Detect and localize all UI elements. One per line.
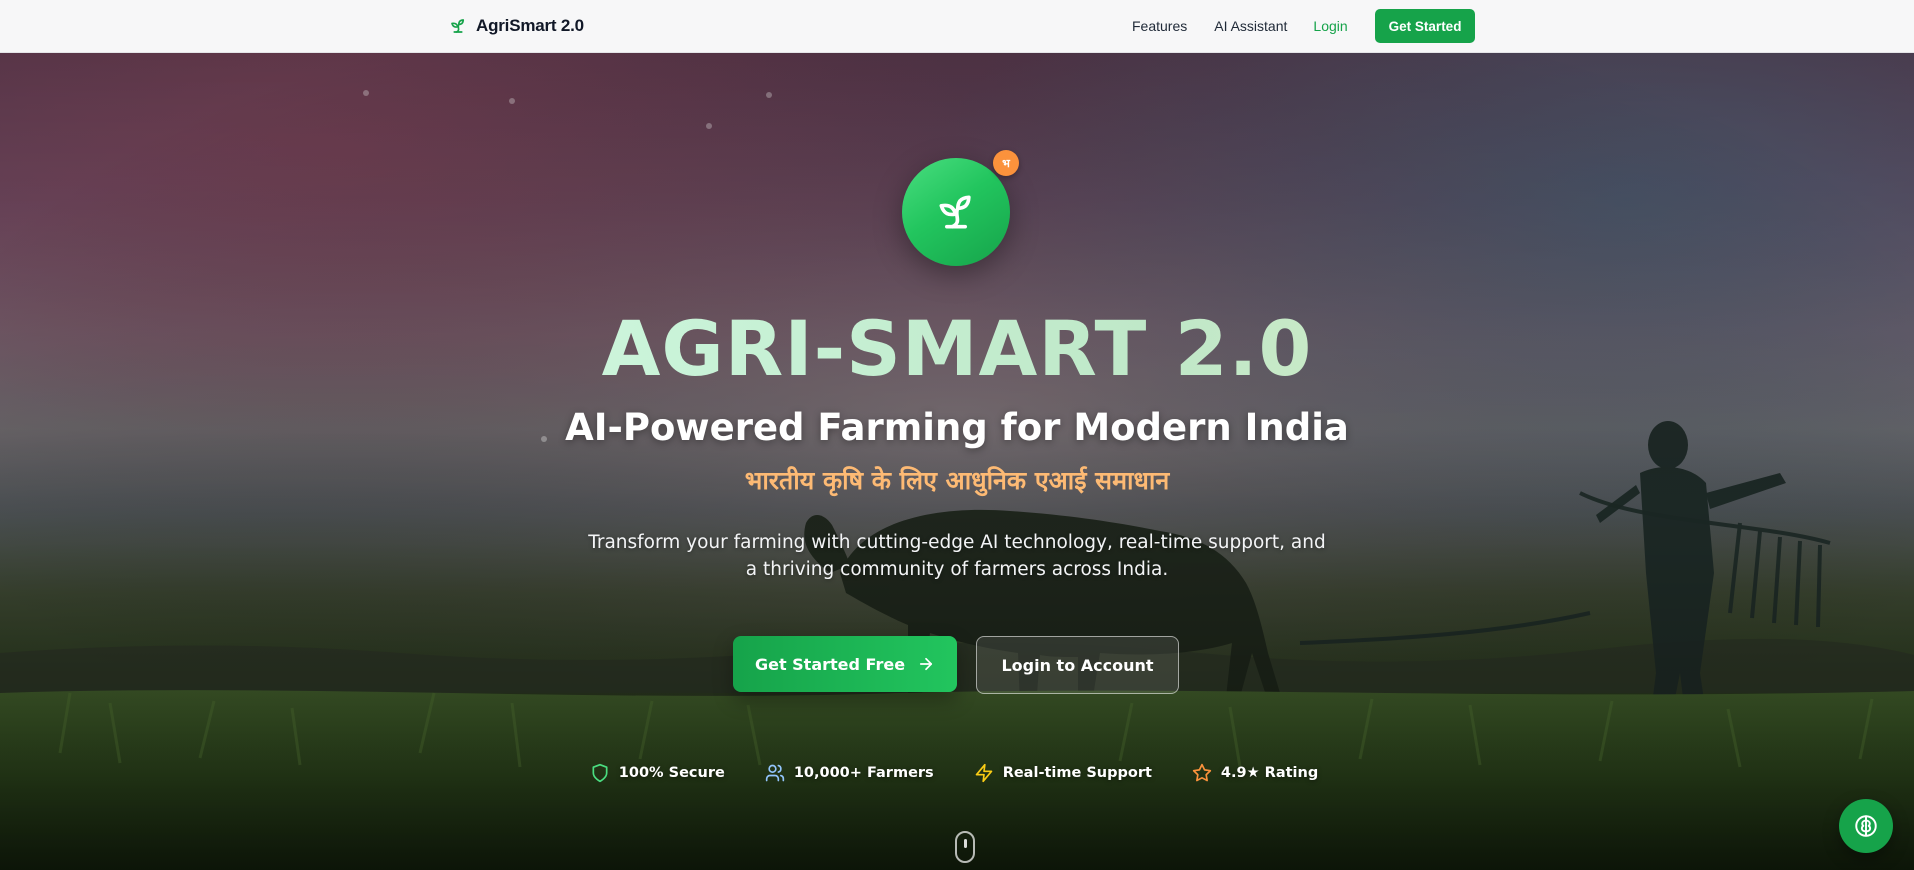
hero-description: Transform your farming with cutting-edge… bbox=[588, 532, 1326, 580]
login-to-account-button[interactable]: Login to Account bbox=[976, 636, 1179, 694]
hindi-badge: भ bbox=[993, 150, 1019, 176]
trust-features-row: 100% Secure 10,000+ Farmers Real-time Su… bbox=[0, 758, 1914, 788]
feature-label: 10,000+ Farmers bbox=[793, 765, 934, 781]
hero-title: AGRI-SMART 2.0 bbox=[0, 303, 1914, 395]
navbar: AgriSmart 2.0 Features AI Assistant Logi… bbox=[0, 0, 1914, 53]
star-icon bbox=[1192, 763, 1212, 782]
feature-secure: 100% Secure bbox=[590, 763, 725, 783]
brand-logo-link[interactable]: AgriSmart 2.0 bbox=[449, 0, 584, 52]
nav-link-features[interactable]: Features bbox=[1132, 18, 1187, 34]
lightning-icon bbox=[975, 763, 993, 783]
nav-menu: Features AI Assistant Login Get Started bbox=[1132, 0, 1476, 52]
get-started-free-label: Get Started Free bbox=[754, 654, 906, 674]
feature-support: Real-time Support bbox=[974, 763, 1152, 783]
arrow-right-icon bbox=[919, 657, 933, 671]
get-started-button[interactable]: Get Started bbox=[1374, 9, 1476, 43]
nav-link-login[interactable]: Login bbox=[1313, 18, 1347, 34]
feature-label: 100% Secure bbox=[618, 765, 725, 781]
ai-assistant-floating-button[interactable] bbox=[1839, 799, 1893, 853]
nav-link-ai-assistant[interactable]: AI Assistant bbox=[1214, 18, 1287, 34]
feature-farmers: 10,000+ Farmers bbox=[765, 763, 934, 783]
brand-name: AgriSmart 2.0 bbox=[476, 16, 584, 35]
scroll-down-indicator[interactable] bbox=[955, 831, 975, 863]
hero-subtitle: AI-Powered Farming for Modern India bbox=[565, 406, 1349, 449]
hero-hindi-subtitle: भारतीय कृषि के लिए आधुनिक एआई समाधान bbox=[744, 466, 1170, 495]
hero-logo bbox=[902, 158, 1010, 266]
feature-rating: 4.9★ Rating bbox=[1192, 763, 1318, 783]
users-icon bbox=[765, 764, 784, 782]
hero-section: भ AGRI-SMART 2.0 AI-Powered Farming for … bbox=[0, 53, 1914, 870]
sprout-icon bbox=[451, 19, 465, 33]
sprout-icon bbox=[939, 195, 971, 229]
feature-label: Real-time Support bbox=[1002, 765, 1152, 781]
get-started-free-button[interactable]: Get Started Free bbox=[733, 636, 957, 692]
scroll-dot bbox=[964, 839, 967, 848]
brain-icon bbox=[1855, 815, 1877, 837]
feature-label: 4.9★ Rating bbox=[1220, 765, 1319, 781]
shield-icon bbox=[592, 763, 608, 783]
